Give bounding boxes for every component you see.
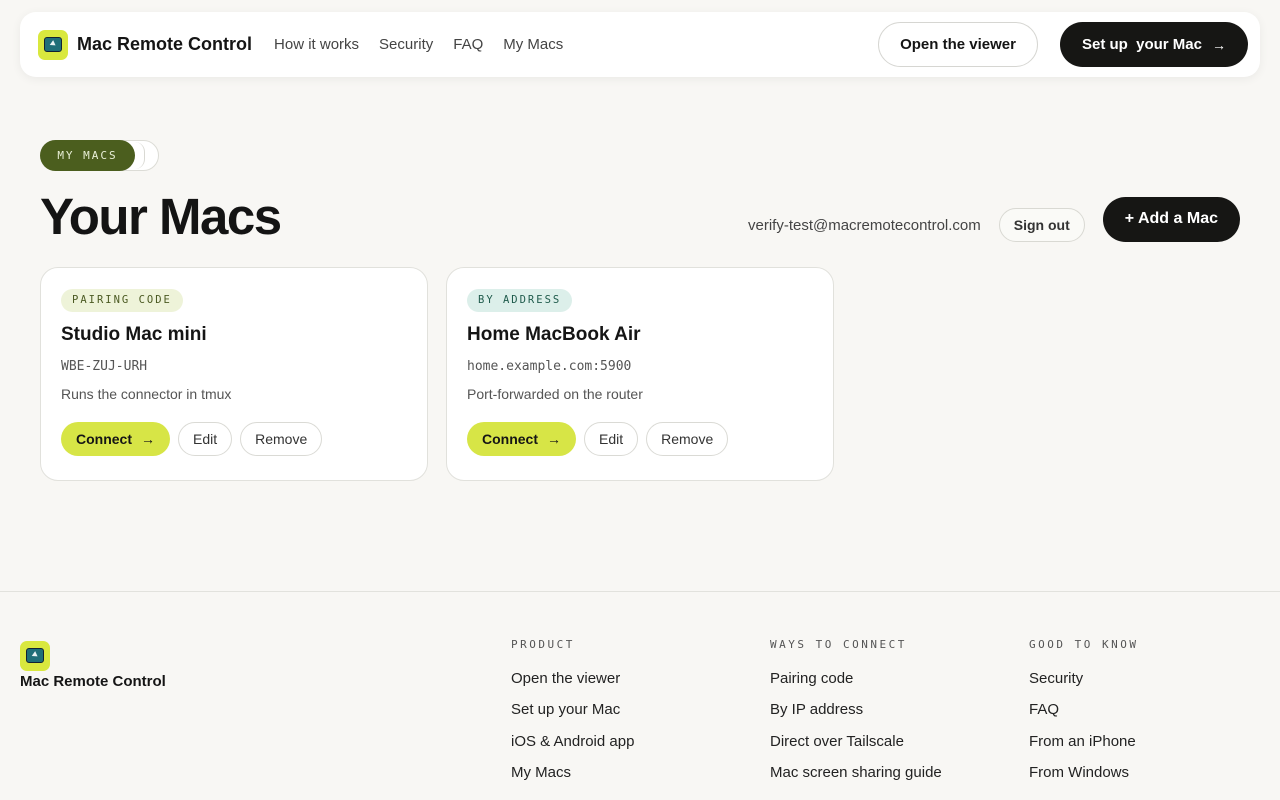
connect-label: Connect [482, 431, 538, 447]
footer-link[interactable]: By IP address [770, 701, 942, 732]
footer-link[interactable]: Security [1029, 670, 1138, 701]
footer-link[interactable]: Set up your Mac [511, 701, 634, 732]
footer-heading: GOOD TO KNOW [1029, 638, 1139, 651]
app-logo-icon[interactable] [38, 29, 68, 60]
footer-link[interactable]: Direct over Tailscale [770, 733, 942, 764]
footer-link[interactable]: My Macs [511, 764, 634, 795]
footer-heading: WAYS TO CONNECT [770, 638, 907, 651]
footer-link[interactable]: Mac screen sharing guide [770, 764, 942, 795]
my-macs-toggle[interactable]: MY MACS [40, 140, 159, 171]
card-actions: Connect → Edit Remove [61, 422, 407, 456]
mac-address: home.example.com:5900 [467, 359, 632, 374]
remove-button[interactable]: Remove [646, 422, 729, 456]
arrow-right-icon: → [141, 431, 155, 447]
toggle-knob [135, 142, 145, 169]
mac-note: Port-forwarded on the router [467, 386, 643, 402]
footer-link[interactable]: iOS & Android app [511, 733, 634, 764]
footer-brand-name[interactable]: Mac Remote Control [20, 673, 166, 690]
footer-heading: PRODUCT [511, 638, 575, 651]
nav-link-my-macs[interactable]: My Macs [503, 36, 563, 53]
footer-link[interactable]: Pairing code [770, 670, 942, 701]
edit-button[interactable]: Edit [584, 422, 639, 456]
mac-note: Runs the connector in tmux [61, 386, 232, 402]
remove-button[interactable]: Remove [240, 422, 323, 456]
footer-column-good-to-know: GOOD TO KNOW Security FAQ From an iPhone… [1029, 638, 1138, 795]
connection-type-badge: PAIRING CODE [61, 289, 183, 312]
connect-button[interactable]: Connect → [61, 422, 170, 456]
brand-name[interactable]: Mac Remote Control [77, 34, 252, 55]
footer-column-ways-to-connect: WAYS TO CONNECT Pairing code By IP addre… [770, 638, 942, 795]
footer: Mac Remote Control PRODUCT Open the view… [0, 591, 1280, 800]
top-navbar: Mac Remote Control How it works Security… [20, 12, 1260, 77]
connect-label: Connect [76, 431, 132, 447]
setup-mac-button[interactable]: Set up your Mac → [1059, 22, 1248, 67]
mac-pairing-code: WBE-ZUJ-URH [61, 359, 148, 374]
arrow-right-icon: → [1212, 36, 1226, 53]
header-actions: Open the viewer Set up your Mac → [878, 22, 1248, 67]
footer-link[interactable]: Open the viewer [511, 670, 634, 701]
edit-button[interactable]: Edit [178, 422, 233, 456]
nav-link-security[interactable]: Security [379, 36, 433, 53]
open-viewer-button[interactable]: Open the viewer [878, 22, 1038, 67]
main-nav: How it works Security FAQ My Macs [274, 36, 563, 53]
footer-link[interactable]: From Windows [1029, 764, 1138, 795]
footer-column-product: PRODUCT Open the viewer Set up your Mac … [511, 638, 634, 795]
page-title: Your Macs [40, 188, 282, 245]
app-logo-icon [20, 641, 50, 671]
nav-link-how-it-works[interactable]: How it works [274, 36, 359, 53]
sign-out-button[interactable]: Sign out [998, 208, 1085, 242]
footer-link[interactable]: From an iPhone [1029, 733, 1138, 764]
account-email: verify-test@macremotecontrol.com [747, 216, 981, 234]
setup-mac-label: Set up your Mac [1081, 36, 1202, 53]
add-mac-button[interactable]: + Add a Mac [1102, 196, 1240, 242]
nav-link-faq[interactable]: FAQ [453, 36, 483, 53]
mac-name: Home MacBook Air [467, 324, 641, 345]
arrow-right-icon: → [547, 431, 561, 447]
mac-card: BY ADDRESS Home MacBook Air home.example… [446, 267, 834, 481]
footer-logo[interactable] [20, 641, 50, 671]
toggle-label: MY MACS [40, 140, 135, 171]
account-row: verify-test@macremotecontrol.com Sign ou… [748, 196, 1240, 242]
connect-button[interactable]: Connect → [467, 422, 576, 456]
mac-name: Studio Mac mini [61, 324, 207, 345]
mac-card: PAIRING CODE Studio Mac mini WBE-ZUJ-URH… [40, 267, 428, 481]
card-actions: Connect → Edit Remove [467, 422, 813, 456]
footer-link[interactable]: FAQ [1029, 701, 1138, 732]
connection-type-badge: BY ADDRESS [467, 289, 573, 312]
